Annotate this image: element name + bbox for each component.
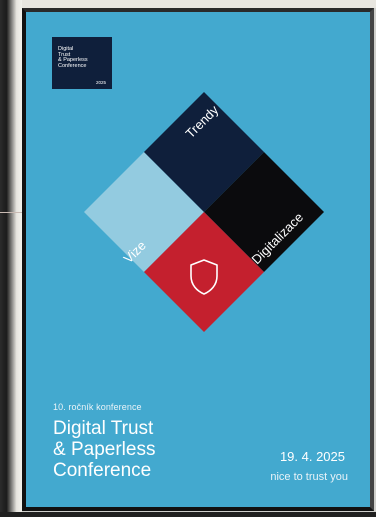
photo-background-bottom (0, 512, 376, 517)
edition-subtitle: 10. ročník konference (53, 402, 142, 412)
conference-poster: Digital Trust & Paperless Conference 202… (22, 8, 374, 511)
conference-date: 19. 4. 2025 (279, 449, 345, 464)
conference-tagline: nice to trust you (270, 471, 348, 483)
photo-background-left (0, 0, 22, 517)
photo-background-line (0, 212, 22, 213)
photo-background-top (0, 0, 376, 8)
conference-title: Digital Trust & Paperless Conference (53, 418, 156, 481)
